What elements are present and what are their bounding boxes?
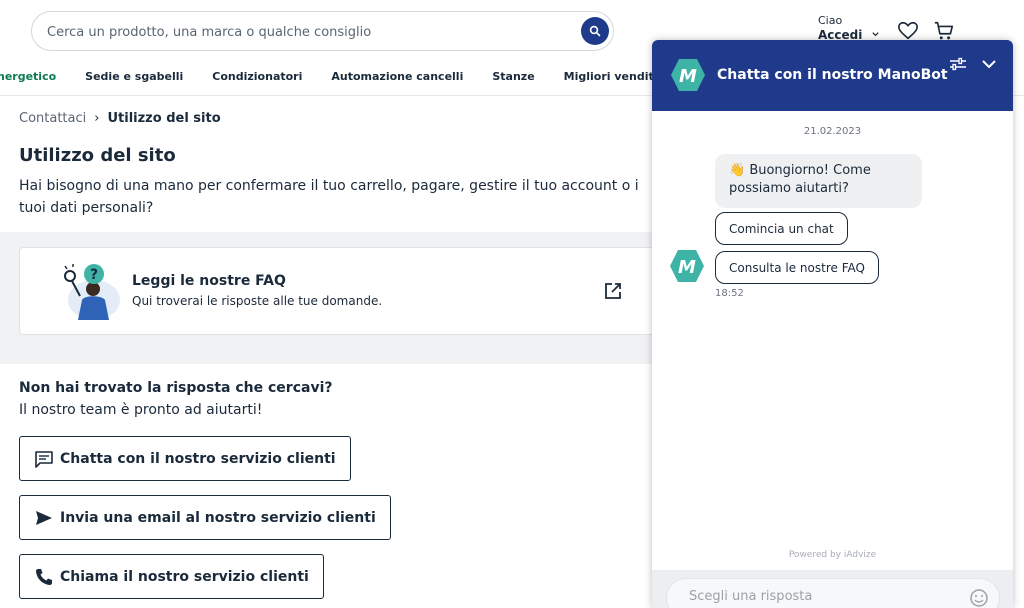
minimize-chevron-icon[interactable] [979, 54, 999, 74]
chat-footer [652, 570, 1013, 608]
chat-bubble-icon [35, 450, 53, 468]
bot-message-bubble: 👋 Buongiorno! Come possiamo aiutarti? [715, 154, 922, 208]
chat-service-label: Chatta con il nostro servizio clienti [60, 450, 336, 467]
svg-text:M: M [679, 66, 697, 87]
phone-icon [36, 568, 52, 585]
nav-item-stanze[interactable]: Stanze [492, 70, 534, 90]
external-link-icon[interactable] [603, 281, 623, 301]
search-button[interactable] [581, 17, 609, 45]
chat-title: Chatta con il nostro ManoBot [717, 67, 948, 83]
account-greeting: Ciao [818, 14, 843, 27]
faq-subtitle: Qui troverai le risposte alle tue domand… [132, 294, 383, 308]
nav-item-energetico[interactable]: nergetico [0, 70, 56, 90]
reply-input[interactable] [689, 589, 949, 604]
chat-service-button[interactable]: Chatta con il nostro servizio clienti [19, 436, 351, 481]
email-service-label: Invia una email al nostro servizio clien… [60, 509, 376, 526]
breadcrumb-separator: › [94, 111, 100, 126]
breadcrumb: Contattaci › Utilizzo del sito [19, 111, 221, 126]
cart-icon[interactable] [933, 20, 955, 42]
powered-by: Powered by iAdvize [788, 550, 877, 560]
chat-date: 21.02.2023 [803, 126, 862, 137]
nav-item-migliori-vendite[interactable]: Migliori vendite [564, 70, 662, 90]
email-service-button[interactable]: Invia una email al nostro servizio clien… [19, 495, 391, 540]
message-time: 18:52 [715, 288, 744, 299]
search-bar[interactable] [31, 11, 614, 51]
faq-card[interactable]: ? Leggi le nostre FAQ Qui troverai le ri… [19, 247, 659, 335]
send-icon [36, 510, 52, 525]
breadcrumb-current: Utilizzo del sito [107, 111, 221, 126]
chat-widget: M Chatta con il nostro ManoBot 21.02.202… [652, 40, 1013, 608]
account-menu[interactable]: Ciao Accedi [818, 14, 880, 42]
chevron-down-icon [871, 32, 879, 37]
chat-header: M Chatta con il nostro ManoBot [652, 40, 1013, 111]
svg-text:?: ? [90, 267, 98, 283]
search-icon [589, 25, 601, 37]
help-subtitle: Il nostro team è pronto ad aiutarti! [19, 402, 263, 418]
svg-text:M: M [678, 257, 696, 278]
faq-illustration-icon: ? [64, 264, 120, 320]
search-input[interactable] [47, 21, 567, 43]
help-title: Non hai trovato la risposta che cercavi? [19, 380, 333, 396]
nav-item-sedie[interactable]: Sedie e sgabelli [85, 70, 183, 90]
nav-item-automazione[interactable]: Automazione cancelli [331, 70, 463, 90]
page-title: Utilizzo del sito [19, 145, 176, 166]
breadcrumb-contattaci[interactable]: Contattaci [19, 111, 86, 126]
manobot-logo-icon: M [671, 59, 705, 91]
emoji-icon[interactable] [969, 588, 989, 608]
phone-service-label: Chiama il nostro servizio clienti [60, 568, 309, 585]
phone-service-button[interactable]: Chiama il nostro servizio clienti [19, 554, 324, 599]
heart-icon[interactable] [897, 20, 919, 42]
bot-avatar-icon: M [670, 250, 704, 282]
settings-sliders-icon[interactable] [948, 54, 968, 74]
quick-reply-faq[interactable]: Consulta le nostre FAQ [715, 251, 879, 284]
page-intro: Hai bisogno di una mano per confermare i… [19, 178, 639, 216]
reply-field[interactable] [666, 578, 1000, 608]
faq-title: Leggi le nostre FAQ [132, 273, 286, 289]
quick-reply-start-chat[interactable]: Comincia un chat [715, 212, 848, 245]
nav-item-condizionatori[interactable]: Condizionatori [212, 70, 302, 90]
category-nav: nergetico Sedie e sgabelli Condizionator… [0, 70, 690, 90]
